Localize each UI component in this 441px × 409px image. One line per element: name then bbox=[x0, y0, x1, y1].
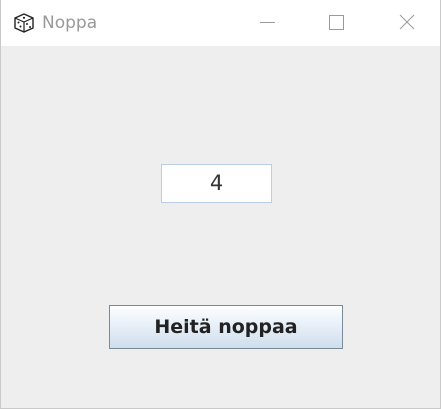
close-icon bbox=[399, 14, 415, 30]
dice-icon bbox=[12, 11, 36, 35]
close-button[interactable] bbox=[371, 0, 441, 46]
app-window: Noppa 4 Heitä noppaa bbox=[0, 0, 441, 409]
maximize-icon bbox=[329, 15, 344, 30]
content-panel: 4 Heitä noppaa bbox=[1, 46, 440, 408]
result-field[interactable]: 4 bbox=[161, 164, 272, 203]
minimize-button[interactable] bbox=[232, 0, 302, 46]
maximize-button[interactable] bbox=[301, 0, 371, 46]
window-title: Noppa bbox=[42, 13, 98, 33]
title-bar[interactable]: Noppa bbox=[1, 0, 440, 46]
roll-dice-button[interactable]: Heitä noppaa bbox=[109, 305, 343, 349]
minimize-icon bbox=[260, 22, 275, 23]
